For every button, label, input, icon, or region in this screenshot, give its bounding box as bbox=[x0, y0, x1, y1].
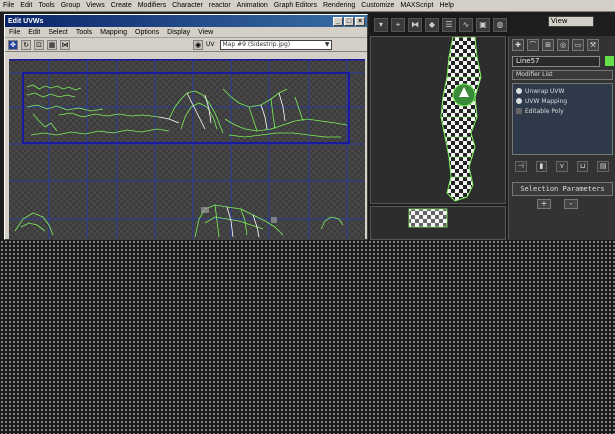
remove-modifier-icon[interactable]: ⊔ bbox=[576, 161, 589, 172]
uvw-menu-display[interactable]: Display bbox=[163, 29, 194, 36]
dotted-placeholder-area bbox=[0, 240, 615, 434]
object-color-swatch[interactable] bbox=[605, 56, 615, 66]
display-tab-icon[interactable]: ▭ bbox=[572, 39, 584, 51]
uvw-menu-view[interactable]: View bbox=[194, 29, 217, 36]
menu-maxscript[interactable]: MAXScript bbox=[397, 2, 436, 9]
menu-group[interactable]: Group bbox=[58, 2, 83, 9]
main-menu-bar: File Edit Tools Group Views Create Modif… bbox=[0, 0, 615, 12]
texture-map-dropdown[interactable]: Map #9 (Sidestrip.jpg) bbox=[219, 39, 332, 50]
mirror-icon[interactable]: ⋈ bbox=[60, 39, 70, 50]
make-unique-icon[interactable]: ⋎ bbox=[556, 161, 568, 172]
lightbulb-icon[interactable] bbox=[516, 98, 522, 104]
rotate-icon[interactable]: ↻ bbox=[21, 39, 31, 50]
uv-editor-canvas[interactable] bbox=[9, 59, 365, 239]
uvw-menu-bar: File Edit Select Tools Mapping Options D… bbox=[5, 27, 367, 38]
menu-animation[interactable]: Animation bbox=[234, 2, 271, 9]
hierarchy-tab-icon[interactable]: ⊞ bbox=[542, 39, 554, 51]
layer-manager-icon[interactable]: ☰ bbox=[442, 18, 456, 32]
shrink-selection-button[interactable]: - bbox=[564, 199, 578, 209]
menu-create[interactable]: Create bbox=[108, 2, 135, 9]
lightbulb-icon[interactable] bbox=[516, 88, 522, 94]
uvw-menu-tools[interactable]: Tools bbox=[72, 29, 96, 36]
menu-graph-editors[interactable]: Graph Editors bbox=[271, 2, 320, 9]
stack-item-label: UVW Mapping bbox=[525, 97, 568, 105]
align-tool-icon[interactable]: ◆ bbox=[425, 18, 439, 32]
modifier-list-dropdown[interactable]: Modifier List bbox=[512, 70, 613, 80]
texture-toggle-icon[interactable]: ◉ bbox=[193, 39, 203, 50]
uvw-menu-edit[interactable]: Edit bbox=[24, 29, 44, 36]
minimize-icon[interactable]: _ bbox=[333, 16, 343, 26]
show-end-result-icon[interactable]: ▮ bbox=[535, 161, 548, 172]
material-editor-icon[interactable]: ◍ bbox=[493, 18, 507, 32]
selection-grow-shrink: + - bbox=[537, 199, 615, 209]
uvw-toolbar: ✥ ↻ ⊡ ▦ ⋈ ◉ UV Map #9 (Sidestrip.jpg) bbox=[5, 38, 367, 52]
menu-tools[interactable]: Tools bbox=[35, 2, 57, 9]
menu-rendering[interactable]: Rendering bbox=[320, 2, 358, 9]
object-name-field[interactable]: Line57 bbox=[512, 56, 600, 67]
modify-tab-icon[interactable]: ⌒ bbox=[527, 39, 539, 51]
stack-tools: ⊣ ▮ ⋎ ⊔ ▤ bbox=[515, 161, 609, 172]
viewport-object bbox=[440, 36, 482, 202]
menu-file[interactable]: File bbox=[0, 2, 17, 9]
uv-label: UV bbox=[206, 41, 215, 48]
uvw-menu-mapping[interactable]: Mapping bbox=[96, 29, 131, 36]
menu-customize[interactable]: Customize bbox=[358, 2, 397, 9]
uv-grid bbox=[9, 59, 365, 239]
configure-sets-icon[interactable]: ▤ bbox=[597, 161, 609, 172]
command-panel: ✚ ⌒ ⊞ ◎ ▭ ⚒ Line57 Modifier List Unwrap … bbox=[508, 36, 615, 240]
main-toolbar-strip: ▾ ⌖ ⧓ ◆ ☰ ∿ ▣ ◍ bbox=[370, 14, 510, 36]
selection-parameters-rollout[interactable]: Selection Parameters bbox=[512, 182, 613, 196]
stack-item-editable-poly[interactable]: Editable Poly bbox=[513, 106, 612, 116]
stack-item-label: Editable Poly bbox=[525, 107, 564, 115]
create-tab-icon[interactable]: ✚ bbox=[512, 39, 524, 51]
stack-item-uvw-mapping[interactable]: UVW Mapping bbox=[513, 96, 612, 106]
motion-tab-icon[interactable]: ◎ bbox=[557, 39, 569, 51]
reference-coord-dropdown[interactable]: View bbox=[548, 16, 594, 27]
maximize-icon[interactable]: □ bbox=[344, 16, 354, 26]
stack-item-unwrap-uvw[interactable]: Unwrap UVW bbox=[513, 86, 612, 96]
uvw-menu-options[interactable]: Options bbox=[131, 29, 163, 36]
command-panel-tabs: ✚ ⌒ ⊞ ◎ ▭ ⚒ bbox=[509, 36, 615, 54]
menu-character[interactable]: Character bbox=[169, 2, 206, 9]
schematic-view-icon[interactable]: ▣ bbox=[476, 18, 490, 32]
edit-uvws-titlebar[interactable]: Edit UVWs _ □ × bbox=[5, 15, 367, 27]
uvw-menu-select[interactable]: Select bbox=[44, 29, 71, 36]
viewport2-object bbox=[408, 208, 448, 228]
close-icon[interactable]: × bbox=[355, 16, 365, 26]
secondary-viewport[interactable] bbox=[370, 206, 506, 240]
move-icon[interactable]: ✥ bbox=[8, 39, 18, 50]
menu-edit[interactable]: Edit bbox=[17, 2, 35, 9]
curve-editor-icon[interactable]: ∿ bbox=[459, 18, 473, 32]
grow-selection-button[interactable]: + bbox=[537, 199, 551, 209]
mirror-tool-icon[interactable]: ⧓ bbox=[408, 18, 422, 32]
edit-uvws-window: Edit UVWs _ □ × File Edit Select Tools M… bbox=[4, 14, 368, 240]
menu-modifiers[interactable]: Modifiers bbox=[135, 2, 169, 9]
snap-toggle-icon[interactable]: ⌖ bbox=[391, 18, 405, 32]
freeform-icon[interactable]: ▦ bbox=[47, 39, 57, 50]
stack-item-label: Unwrap UVW bbox=[525, 87, 565, 95]
modifier-stack: Unwrap UVW UVW Mapping Editable Poly bbox=[512, 83, 613, 155]
uvw-menu-file[interactable]: File bbox=[5, 29, 24, 36]
dropdown-arrow-icon[interactable]: ▾ bbox=[374, 18, 388, 32]
menu-reactor[interactable]: reactor bbox=[206, 2, 234, 9]
menu-help[interactable]: Help bbox=[436, 2, 456, 9]
pin-stack-icon[interactable]: ⊣ bbox=[515, 161, 527, 172]
utilities-tab-icon[interactable]: ⚒ bbox=[587, 39, 599, 51]
menu-views[interactable]: Views bbox=[83, 2, 108, 9]
window-title: Edit UVWs bbox=[8, 17, 44, 25]
perspective-viewport[interactable] bbox=[370, 36, 506, 204]
scale-icon[interactable]: ⊡ bbox=[34, 39, 44, 50]
base-object-icon bbox=[516, 108, 522, 114]
